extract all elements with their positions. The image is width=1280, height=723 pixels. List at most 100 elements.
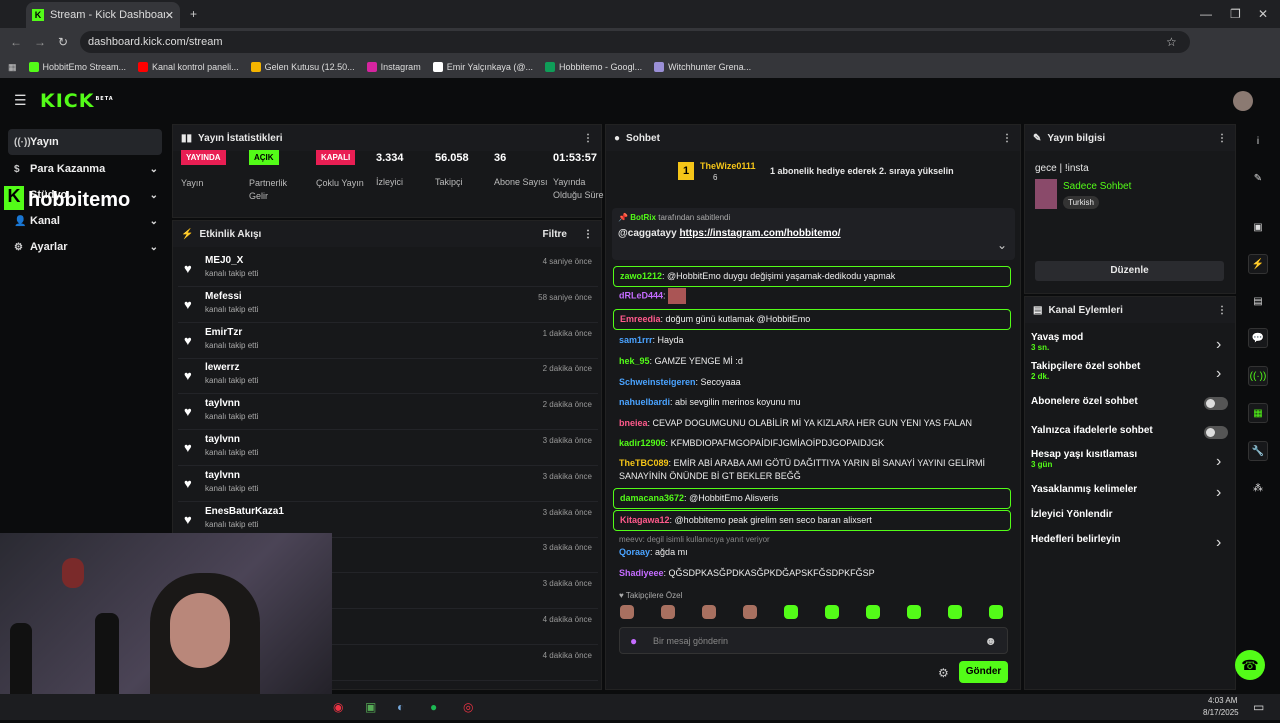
wrench-icon[interactable]: 🔧 bbox=[1248, 441, 1268, 461]
restore-icon[interactable]: ❐ bbox=[1230, 7, 1241, 21]
url-field[interactable]: dashboard.kick.com/stream bbox=[80, 31, 1190, 53]
category-name[interactable]: Sadece Sohbet bbox=[1063, 181, 1131, 192]
chat-username[interactable]: Kitagawa12 bbox=[620, 515, 670, 525]
bookmark-item[interactable]: HobbitEmo Stream... bbox=[28, 62, 126, 72]
mic-icon[interactable]: ● bbox=[630, 634, 637, 648]
emote-icon[interactable] bbox=[702, 605, 716, 619]
chrome-taskbar-icon[interactable]: ◉ bbox=[333, 700, 343, 714]
browser-tab[interactable]: K Stream - Kick Dashboard ✕ bbox=[26, 2, 180, 28]
bookmark-item[interactable]: Witchhunter Grena... bbox=[654, 62, 751, 72]
chat-username[interactable]: sam1rrr bbox=[619, 335, 653, 345]
chat-username[interactable]: damacana3672 bbox=[620, 493, 684, 503]
lightning-icon[interactable]: ⚡ bbox=[1248, 254, 1268, 274]
new-tab-button[interactable]: + bbox=[190, 7, 197, 21]
support-button[interactable]: ☎ bbox=[1235, 650, 1265, 680]
chat-menu-icon[interactable]: ⋮ bbox=[1002, 133, 1012, 144]
channel-action-3[interactable]: Yalnızca ifadelerle sohbet bbox=[1031, 425, 1153, 436]
close-window-icon[interactable]: ✕ bbox=[1258, 7, 1268, 21]
minimize-icon[interactable]: — bbox=[1200, 7, 1212, 21]
notifications-icon[interactable]: ▭ bbox=[1253, 700, 1264, 714]
chat-username[interactable]: zawo1212 bbox=[620, 271, 662, 281]
actions-menu-icon[interactable]: ⋮ bbox=[1217, 305, 1227, 316]
users-icon[interactable]: ⁂ bbox=[1248, 478, 1268, 498]
emote-icon[interactable] bbox=[948, 605, 962, 619]
chevron-right-icon[interactable]: › bbox=[1216, 336, 1221, 354]
chevron-right-icon[interactable]: › bbox=[1216, 484, 1221, 502]
follower-name[interactable]: EnesBaturKaza1 bbox=[205, 506, 284, 517]
emote-icon[interactable] bbox=[989, 605, 1003, 619]
chevron-right-icon[interactable]: › bbox=[1216, 365, 1221, 383]
obs-taskbar-icon[interactable]: ◎ bbox=[463, 700, 473, 714]
follower-name[interactable]: taylvnn bbox=[205, 398, 240, 409]
channel-action-7[interactable]: Hedefleri belirleyin bbox=[1031, 534, 1120, 545]
xbox-taskbar-icon[interactable]: ▣ bbox=[365, 700, 376, 714]
star-icon[interactable]: ☆ bbox=[1166, 35, 1177, 49]
channel-action-1[interactable]: Takipçilere özel sohbet 2 dk. bbox=[1031, 361, 1140, 381]
send-button[interactable]: Gönder bbox=[959, 661, 1008, 683]
channel-action-0[interactable]: Yavaş mod 3 sn. bbox=[1031, 332, 1083, 352]
hamburger-menu-icon[interactable]: ☰ bbox=[14, 92, 27, 109]
emote-icon[interactable] bbox=[866, 605, 880, 619]
emote-icon[interactable] bbox=[907, 605, 921, 619]
document-icon[interactable]: ▤ bbox=[1248, 291, 1268, 311]
bookmark-item[interactable]: Emir Yalçınkaya (@... bbox=[432, 62, 533, 72]
chevron-right-icon[interactable]: › bbox=[1216, 534, 1221, 552]
channel-action-6[interactable]: İzleyici Yönlendir bbox=[1031, 509, 1113, 520]
chat-username[interactable]: dRLeD444 bbox=[619, 290, 663, 300]
bookmark-item[interactable]: Kanal kontrol paneli... bbox=[138, 62, 239, 72]
emote-icon[interactable] bbox=[743, 605, 757, 619]
follower-name[interactable]: taylvnn bbox=[205, 470, 240, 481]
emote-icon[interactable] bbox=[825, 605, 839, 619]
spotify-taskbar-icon[interactable]: ● bbox=[430, 700, 437, 714]
chat-username[interactable]: kadir12906 bbox=[619, 438, 666, 448]
apps-icon[interactable]: ▦ bbox=[8, 62, 17, 73]
activity-menu-icon[interactable]: ⋮ bbox=[583, 229, 593, 240]
sidebar-item-yayın[interactable]: ((·)) Yayın bbox=[8, 129, 162, 155]
layout-icon[interactable]: ▦ bbox=[1248, 403, 1268, 423]
follower-name[interactable]: EmirTzr bbox=[205, 327, 242, 338]
chat-username[interactable]: Emreedia bbox=[620, 314, 661, 324]
pinned-link[interactable]: https://instagram.com/hobbitemo/ bbox=[679, 228, 840, 239]
chevron-right-icon[interactable]: › bbox=[1216, 453, 1221, 471]
follower-name[interactable]: taylvnn bbox=[205, 434, 240, 445]
kick-logo[interactable]: KICKBETA bbox=[40, 90, 114, 112]
broadcast-icon[interactable]: ((·)) bbox=[1248, 366, 1268, 386]
expand-chevron-icon[interactable]: ⌄ bbox=[997, 238, 1007, 252]
forward-icon[interactable]: → bbox=[34, 35, 46, 49]
emote-icon[interactable] bbox=[661, 605, 675, 619]
follower-name[interactable]: Mefessi bbox=[205, 291, 242, 302]
chat-username[interactable]: nahuelbardi bbox=[619, 397, 670, 407]
info-icon[interactable]: i bbox=[1248, 131, 1268, 151]
info-menu-icon[interactable]: ⋮ bbox=[1217, 133, 1227, 144]
channel-action-2[interactable]: Abonelere özel sohbet bbox=[1031, 396, 1138, 407]
toggle-switch[interactable] bbox=[1204, 426, 1228, 439]
chat-input[interactable]: ● Bir mesaj gönderin ☻ bbox=[619, 627, 1008, 654]
bookmark-item[interactable]: Instagram bbox=[366, 62, 421, 72]
emoji-icon[interactable]: ☻ bbox=[984, 634, 997, 648]
emote-icon[interactable] bbox=[784, 605, 798, 619]
chat-username[interactable]: Schweinsteigeren bbox=[619, 377, 696, 387]
gift-username[interactable]: TheWize0111 bbox=[700, 161, 755, 171]
chat-username[interactable]: bneiea bbox=[619, 418, 648, 428]
chat-username[interactable]: Qoraay bbox=[619, 547, 650, 557]
chat-username[interactable]: hek_95 bbox=[619, 356, 650, 366]
edit-button[interactable]: Düzenle bbox=[1035, 261, 1224, 281]
stats-menu-icon[interactable]: ⋮ bbox=[583, 133, 593, 144]
follower-name[interactable]: MEJ0_X bbox=[205, 255, 243, 266]
bookmark-item[interactable]: Hobbitemo - Googl... bbox=[545, 62, 642, 72]
bookmark-item[interactable]: Gelen Kutusu (12.50... bbox=[250, 62, 355, 72]
follower-name[interactable]: lewerrz bbox=[205, 362, 239, 373]
edit-icon[interactable]: ✎ bbox=[1248, 168, 1268, 188]
capture-icon[interactable]: ▣ bbox=[1248, 217, 1268, 237]
chat-username[interactable]: TheTBC089 bbox=[619, 458, 669, 468]
chat-settings-icon[interactable]: ⚙ bbox=[938, 666, 949, 680]
channel-action-5[interactable]: Yasaklanmış kelimeler bbox=[1031, 484, 1137, 495]
sidebar-item-ayarlar[interactable]: ⚙ Ayarlar ⌄ bbox=[0, 234, 170, 260]
back-icon[interactable]: ← bbox=[10, 35, 22, 49]
chat-icon[interactable]: 💬 bbox=[1248, 328, 1268, 348]
toggle-switch[interactable] bbox=[1204, 397, 1228, 410]
user-avatar[interactable] bbox=[1233, 91, 1253, 111]
chat-username[interactable]: Shadiyeee bbox=[619, 568, 664, 578]
filter-button[interactable]: Filtre bbox=[543, 229, 567, 240]
sidebar-item-para-kazanma[interactable]: $ Para Kazanma ⌄ bbox=[0, 156, 170, 182]
